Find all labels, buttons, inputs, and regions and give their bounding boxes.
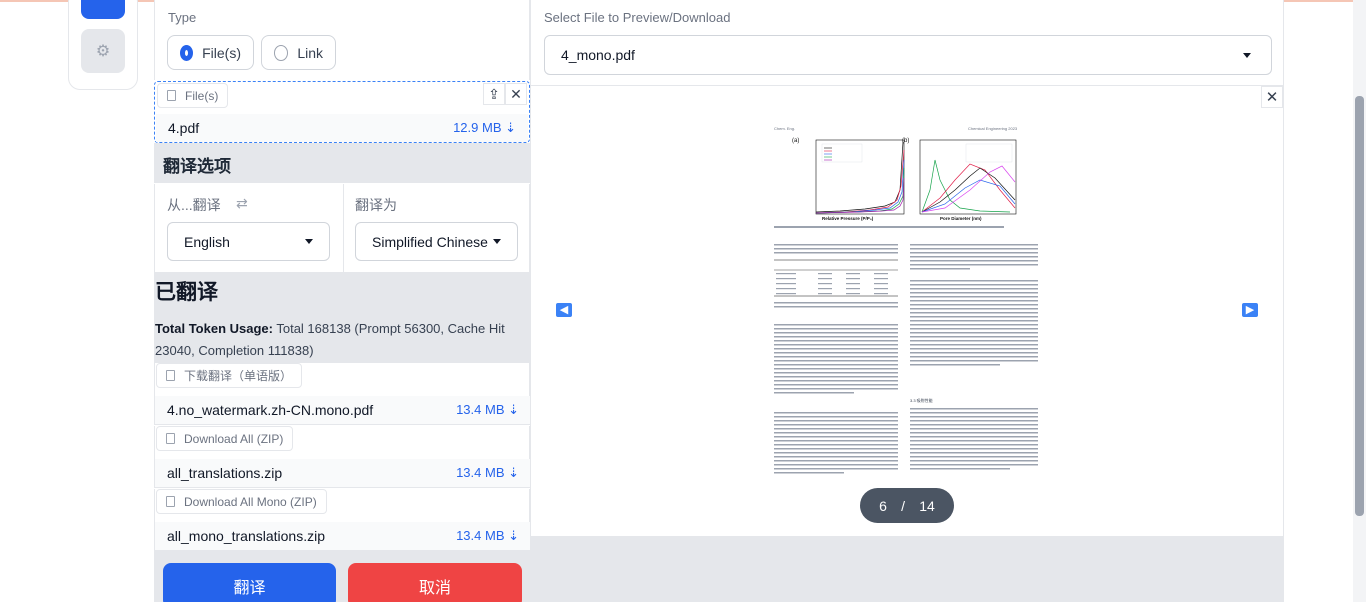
- download-file-name: all_mono_translations.zip: [167, 528, 325, 544]
- type-label: Type: [168, 10, 197, 25]
- figure-a: (a) Relative Pressure (P/P₀): [792, 138, 905, 221]
- download-file-size[interactable]: 13.4 MB ⇣: [456, 465, 519, 481]
- page-scrollbar[interactable]: [1353, 0, 1366, 602]
- page-header-left: Chem. Eng.: [774, 126, 795, 131]
- radio-files-label: File(s): [202, 44, 241, 61]
- page-indicator: 6 / 14: [860, 488, 954, 523]
- download-all-zip: Download All (ZIP) all_translations.zip …: [154, 426, 531, 488]
- radio-checked-icon: [180, 44, 194, 61]
- download-all-mono-zip: Download All Mono (ZIP) all_mono_transla…: [154, 489, 531, 551]
- file-icon: [166, 370, 175, 381]
- chevron-down-icon: [493, 239, 501, 244]
- total-pages: 14: [919, 497, 935, 514]
- settings-button[interactable]: ⚙: [81, 29, 125, 73]
- download-chip-label: 下载翻译（单语版）: [184, 369, 293, 383]
- download-file-size[interactable]: 13.4 MB ⇣: [456, 528, 519, 544]
- download-mono: 下载翻译（单语版） 4.no_watermark.zh-CN.mono.pdf …: [154, 363, 531, 425]
- radio-link-label: Link: [297, 44, 323, 61]
- file-icon: [166, 496, 175, 507]
- download-file-row[interactable]: all_translations.zip 13.4 MB ⇣: [155, 459, 531, 487]
- translated-section: 已翻译 Total Token Usage: Total 168138 (Pro…: [154, 272, 530, 363]
- nav-home-button[interactable]: [81, 0, 125, 19]
- files-chip: File(s): [157, 83, 229, 108]
- close-icon[interactable]: ✕: [505, 83, 527, 105]
- file-icon: [167, 90, 176, 101]
- language-panel: 从...翻译 ⇄ 翻译为 English Simplified Chinese: [154, 184, 530, 272]
- translated-title: 已翻译: [155, 281, 218, 304]
- target-language-select[interactable]: Simplified Chinese: [355, 222, 518, 261]
- to-label: 翻译为: [355, 197, 397, 213]
- download-chip-label: Download All Mono (ZIP): [184, 494, 317, 509]
- svg-text:Pore Diameter (nm): Pore Diameter (nm): [940, 216, 982, 221]
- uploaded-file-name: 4.pdf: [168, 120, 200, 136]
- uploaded-file-row[interactable]: 4.pdf 12.9 MB ⇣: [156, 114, 528, 142]
- options-heading: 翻译选项: [154, 143, 530, 183]
- from-label: 从...翻译: [167, 197, 221, 213]
- pdf-page: Chem. Eng. Chemical Engineering 2023 (a)…: [770, 120, 1042, 480]
- preview-footer: [530, 536, 1284, 602]
- download-chip-label: Download All (ZIP): [184, 431, 284, 446]
- radio-link[interactable]: Link: [261, 35, 336, 70]
- target-language-value: Simplified Chinese: [372, 233, 488, 250]
- file-icon: [166, 433, 175, 444]
- download-file-row[interactable]: all_mono_translations.zip 13.4 MB ⇣: [155, 522, 531, 550]
- source-language-select[interactable]: English: [167, 222, 330, 261]
- file-upload-area[interactable]: File(s) ⇪ ✕ 4.pdf 12.9 MB ⇣: [154, 81, 530, 143]
- close-preview-icon[interactable]: ✕: [1261, 86, 1283, 108]
- download-chip: 下载翻译（单语版）: [156, 363, 303, 388]
- download-file-name: 4.no_watermark.zh-CN.mono.pdf: [167, 402, 374, 418]
- radio-files[interactable]: File(s): [167, 35, 254, 70]
- mini-nav: ⚙: [68, 0, 138, 90]
- svg-text:(a): (a): [792, 138, 799, 144]
- download-chip: Download All Mono (ZIP): [156, 489, 327, 514]
- page-header-right: Chemical Engineering 2023: [968, 126, 1018, 131]
- type-selector: Type File(s) Link: [154, 0, 530, 80]
- gear-icon: ⚙: [95, 43, 111, 60]
- pdf-table: [774, 259, 898, 297]
- cancel-button[interactable]: 取消: [348, 563, 522, 602]
- swap-icon[interactable]: ⇄: [236, 195, 248, 212]
- pdf-text-block: [774, 226, 1038, 474]
- preview-file-select[interactable]: 4_mono.pdf: [544, 35, 1272, 75]
- figure-b: (b) Pore Diameter (nm): [902, 138, 1017, 221]
- preview-panel: Select File to Preview/Download 4_mono.p…: [530, 0, 1284, 536]
- token-usage: Total Token Usage: Total 168138 (Prompt …: [155, 321, 505, 358]
- download-file-name: all_translations.zip: [167, 465, 283, 481]
- left-panel: Type File(s) Link File(s) ⇪ ✕ 4.pdf 12.9…: [154, 0, 531, 602]
- svg-text:(b): (b): [902, 138, 909, 144]
- next-page-icon[interactable]: ▶: [1242, 303, 1258, 317]
- current-page[interactable]: 6: [879, 498, 887, 514]
- source-language-value: English: [184, 233, 230, 250]
- preview-file-value: 4_mono.pdf: [561, 47, 635, 63]
- download-chip: Download All (ZIP): [156, 426, 294, 451]
- download-file-size[interactable]: 13.4 MB ⇣: [456, 402, 519, 418]
- radio-unchecked-icon: [274, 44, 289, 61]
- chevron-down-icon: [305, 239, 313, 244]
- translate-button[interactable]: 翻译: [163, 563, 336, 602]
- chevron-down-icon: [1243, 52, 1251, 58]
- preview-label: Select File to Preview/Download: [544, 10, 731, 25]
- svg-text:Relative Pressure (P/P₀): Relative Pressure (P/P₀): [822, 216, 874, 221]
- scrollbar-thumb[interactable]: [1355, 96, 1364, 516]
- page-separator: /: [901, 497, 906, 514]
- files-chip-label: File(s): [185, 88, 219, 103]
- download-file-row[interactable]: 4.no_watermark.zh-CN.mono.pdf 13.4 MB ⇣: [155, 396, 531, 424]
- uploaded-file-size[interactable]: 12.9 MB ⇣: [453, 120, 516, 136]
- upload-icon[interactable]: ⇪: [483, 83, 505, 105]
- prev-page-icon[interactable]: ◀: [556, 303, 572, 317]
- pdf-section-heading: 3.3 吸附性能: [910, 397, 933, 403]
